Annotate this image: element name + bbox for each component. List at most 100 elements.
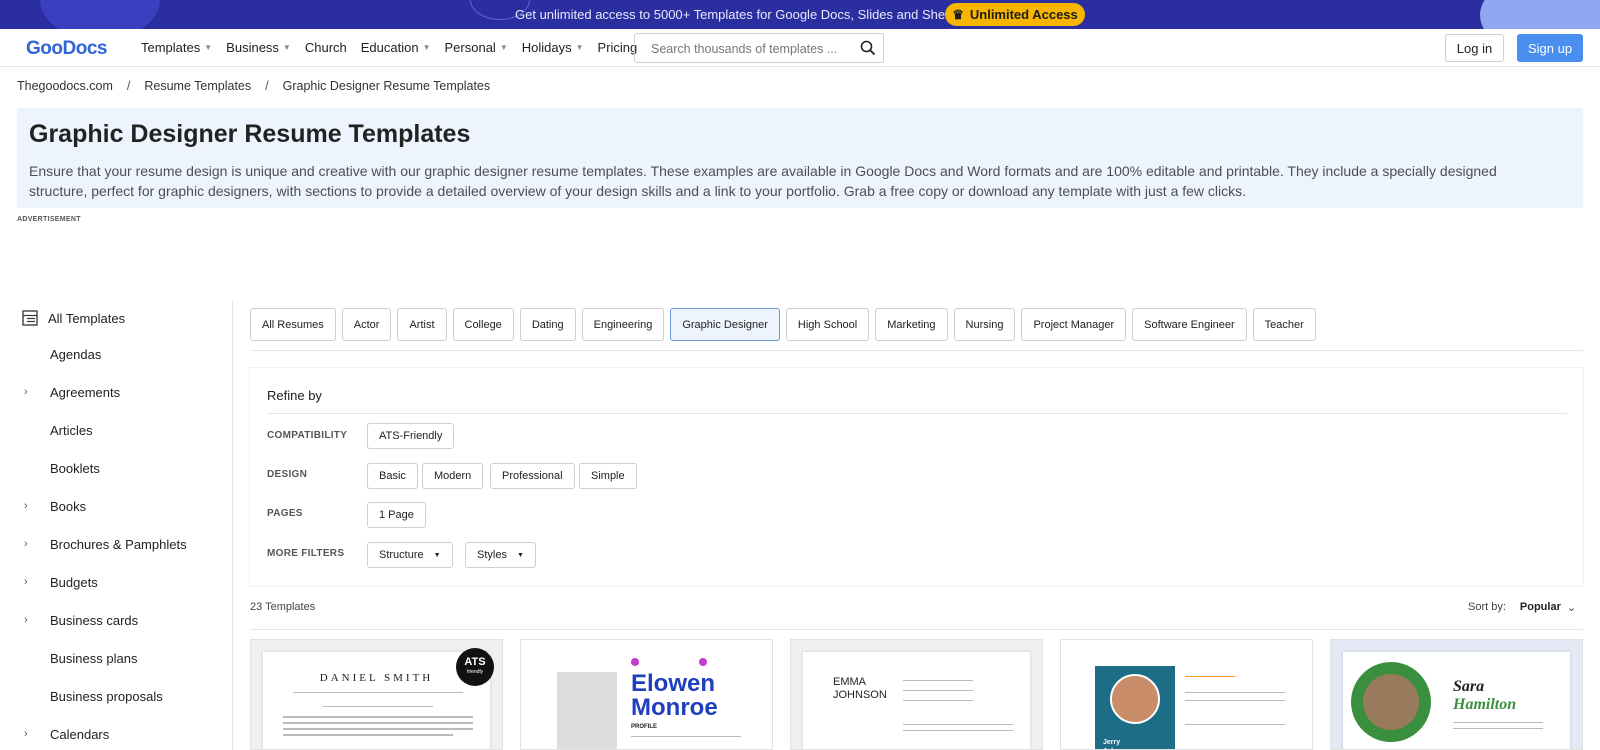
template-card[interactable]: DANIEL SMITH ATS friendly [250,639,503,750]
tab-graphic-designer[interactable]: Graphic Designer [670,308,780,341]
chevron-right-icon[interactable]: › [24,728,28,740]
menu-label: Templates [141,40,201,55]
divider [250,350,1583,351]
chevron-down-icon: ▼ [282,43,291,52]
advertisement-label: ADVERTISEMENT [17,216,81,223]
sidebar-item-budgets[interactable]: Budgets [50,575,98,590]
tab-artist[interactable]: Artist [397,308,447,341]
menu-item-pricing[interactable]: Pricing [598,40,638,55]
tab-engineering[interactable]: Engineering [581,308,665,341]
unlimited-access-button[interactable]: ♛ Unlimited Access [945,3,1085,26]
results-count: 23 Templates [250,601,316,613]
search-input[interactable]: Search thousands of templates ... [634,33,884,63]
text-line [1453,722,1543,723]
crown-icon: ♛ [952,6,964,22]
tab-college[interactable]: College [452,308,514,341]
tab-high-school[interactable]: High School [785,308,870,341]
filter-label-more: MORE FILTERS [267,548,345,559]
text-line [1185,676,1235,677]
sidebar-all-templates[interactable]: All Templates [22,310,125,326]
sidebar-item-brochures[interactable]: Brochures & Pamphlets [50,537,187,552]
template-thumbnail: Elowen Monroe PROFILE [533,652,760,749]
text-line [903,730,1013,731]
template-thumbnail: Jerry Johnson [1073,652,1300,749]
filter-label-compatibility: COMPATIBILITY [267,430,348,441]
template-card[interactable]: EMMA JOHNSON [790,639,1043,750]
signup-button[interactable]: Sign up [1517,34,1583,62]
sidebar-all-label: All Templates [48,310,126,326]
chevron-right-icon[interactable]: › [24,538,28,550]
main-menu: Templates ▼ Business ▼ Church Education ▼ P… [141,40,651,55]
decor-shape [1480,0,1600,29]
menu-item-business[interactable]: Business ▼ [226,40,291,55]
tab-nursing[interactable]: Nursing [953,308,1016,341]
filter-label-design: DESIGN [267,469,308,480]
menu-label: Business [226,40,279,55]
filter-professional[interactable]: Professional [490,463,575,489]
tab-software-engineer[interactable]: Software Engineer [1132,308,1247,341]
tab-actor[interactable]: Actor [341,308,392,341]
tab-dating[interactable]: Dating [519,308,576,341]
profile-photo [1363,674,1419,730]
sidebar-item-calendars[interactable]: Calendars [50,727,109,742]
card-section: PROFILE [631,724,658,730]
tab-teacher[interactable]: Teacher [1252,308,1316,341]
sidebar-item-books[interactable]: Books [50,499,86,514]
filter-modern[interactable]: Modern [422,463,484,489]
chevron-right-icon[interactable]: › [24,576,28,588]
phone-icon [699,658,707,666]
text-line [903,690,973,691]
list-icon [22,310,38,326]
filter-styles-dropdown[interactable]: Styles ▼ [465,542,536,568]
text-line [1185,700,1285,701]
template-card[interactable]: Elowen Monroe PROFILE [520,639,773,750]
ats-badge-sub: friendly [466,669,484,675]
template-card[interactable]: Sara Hamilton [1330,639,1583,750]
menu-item-holidays[interactable]: Holidays ▼ [522,40,584,55]
sidebar-item-business-proposals[interactable]: Business proposals [50,689,163,704]
page-description: Ensure that your resume design is unique… [29,163,1497,199]
menu-item-education[interactable]: Education ▼ [361,40,431,55]
tab-project-manager[interactable]: Project Manager [1021,308,1127,341]
text-line [903,680,973,681]
tab-marketing[interactable]: Marketing [875,308,948,341]
card-name: Jerry Johnson [1103,739,1132,749]
promo-text: Get unlimited access to 5000+ Templates … [515,7,963,22]
filter-basic[interactable]: Basic [367,463,418,489]
filter-simple[interactable]: Simple [579,463,637,489]
menu-item-templates[interactable]: Templates ▼ [141,40,212,55]
tab-all-resumes[interactable]: All Resumes [250,308,336,341]
login-button[interactable]: Log in [1445,34,1504,62]
sidebar-item-business-cards[interactable]: Business cards [50,613,138,628]
sidebar-item-articles[interactable]: Articles [50,423,93,438]
ats-badge-text: ATS [464,656,486,668]
filter-1-page[interactable]: 1 Page [367,502,426,528]
template-card[interactable]: Jerry Johnson [1060,639,1313,750]
site-logo[interactable]: GooDocs [26,38,107,60]
sidebar-item-booklets[interactable]: Booklets [50,461,100,476]
chevron-down-icon: ▼ [499,43,508,52]
divider [267,413,1567,414]
menu-label: Personal [444,40,496,55]
chevron-right-icon[interactable]: › [24,614,28,626]
menu-item-church[interactable]: Church [305,40,347,55]
menu-item-personal[interactable]: Personal ▼ [445,40,508,55]
sort-control[interactable]: Sort by: Popular ⌄ [1468,601,1576,614]
menu-label: Pricing [597,40,638,55]
sidebar-item-business-plans[interactable]: Business plans [50,651,137,666]
text-line [1453,728,1543,729]
filter-structure-dropdown[interactable]: Structure ▼ [367,542,453,568]
breadcrumb-resume-templates[interactable]: Resume Templates [144,79,251,93]
chevron-right-icon[interactable]: › [24,500,28,512]
breadcrumb-home[interactable]: Thegoodocs.com [17,79,113,93]
promo-banner[interactable]: Get unlimited access to 5000+ Templates … [0,0,1600,29]
template-thumbnail: EMMA JOHNSON [803,652,1030,749]
sidebar-item-agendas[interactable]: Agendas [50,347,101,362]
profile-photo [1110,674,1160,724]
chevron-right-icon[interactable]: › [24,386,28,398]
caret-down-icon: ▼ [433,551,441,559]
sidebar-item-agreements[interactable]: Agreements [50,385,120,400]
filter-ats-friendly[interactable]: ATS-Friendly [367,423,455,449]
email-icon [631,658,639,666]
search-icon[interactable] [860,40,876,56]
